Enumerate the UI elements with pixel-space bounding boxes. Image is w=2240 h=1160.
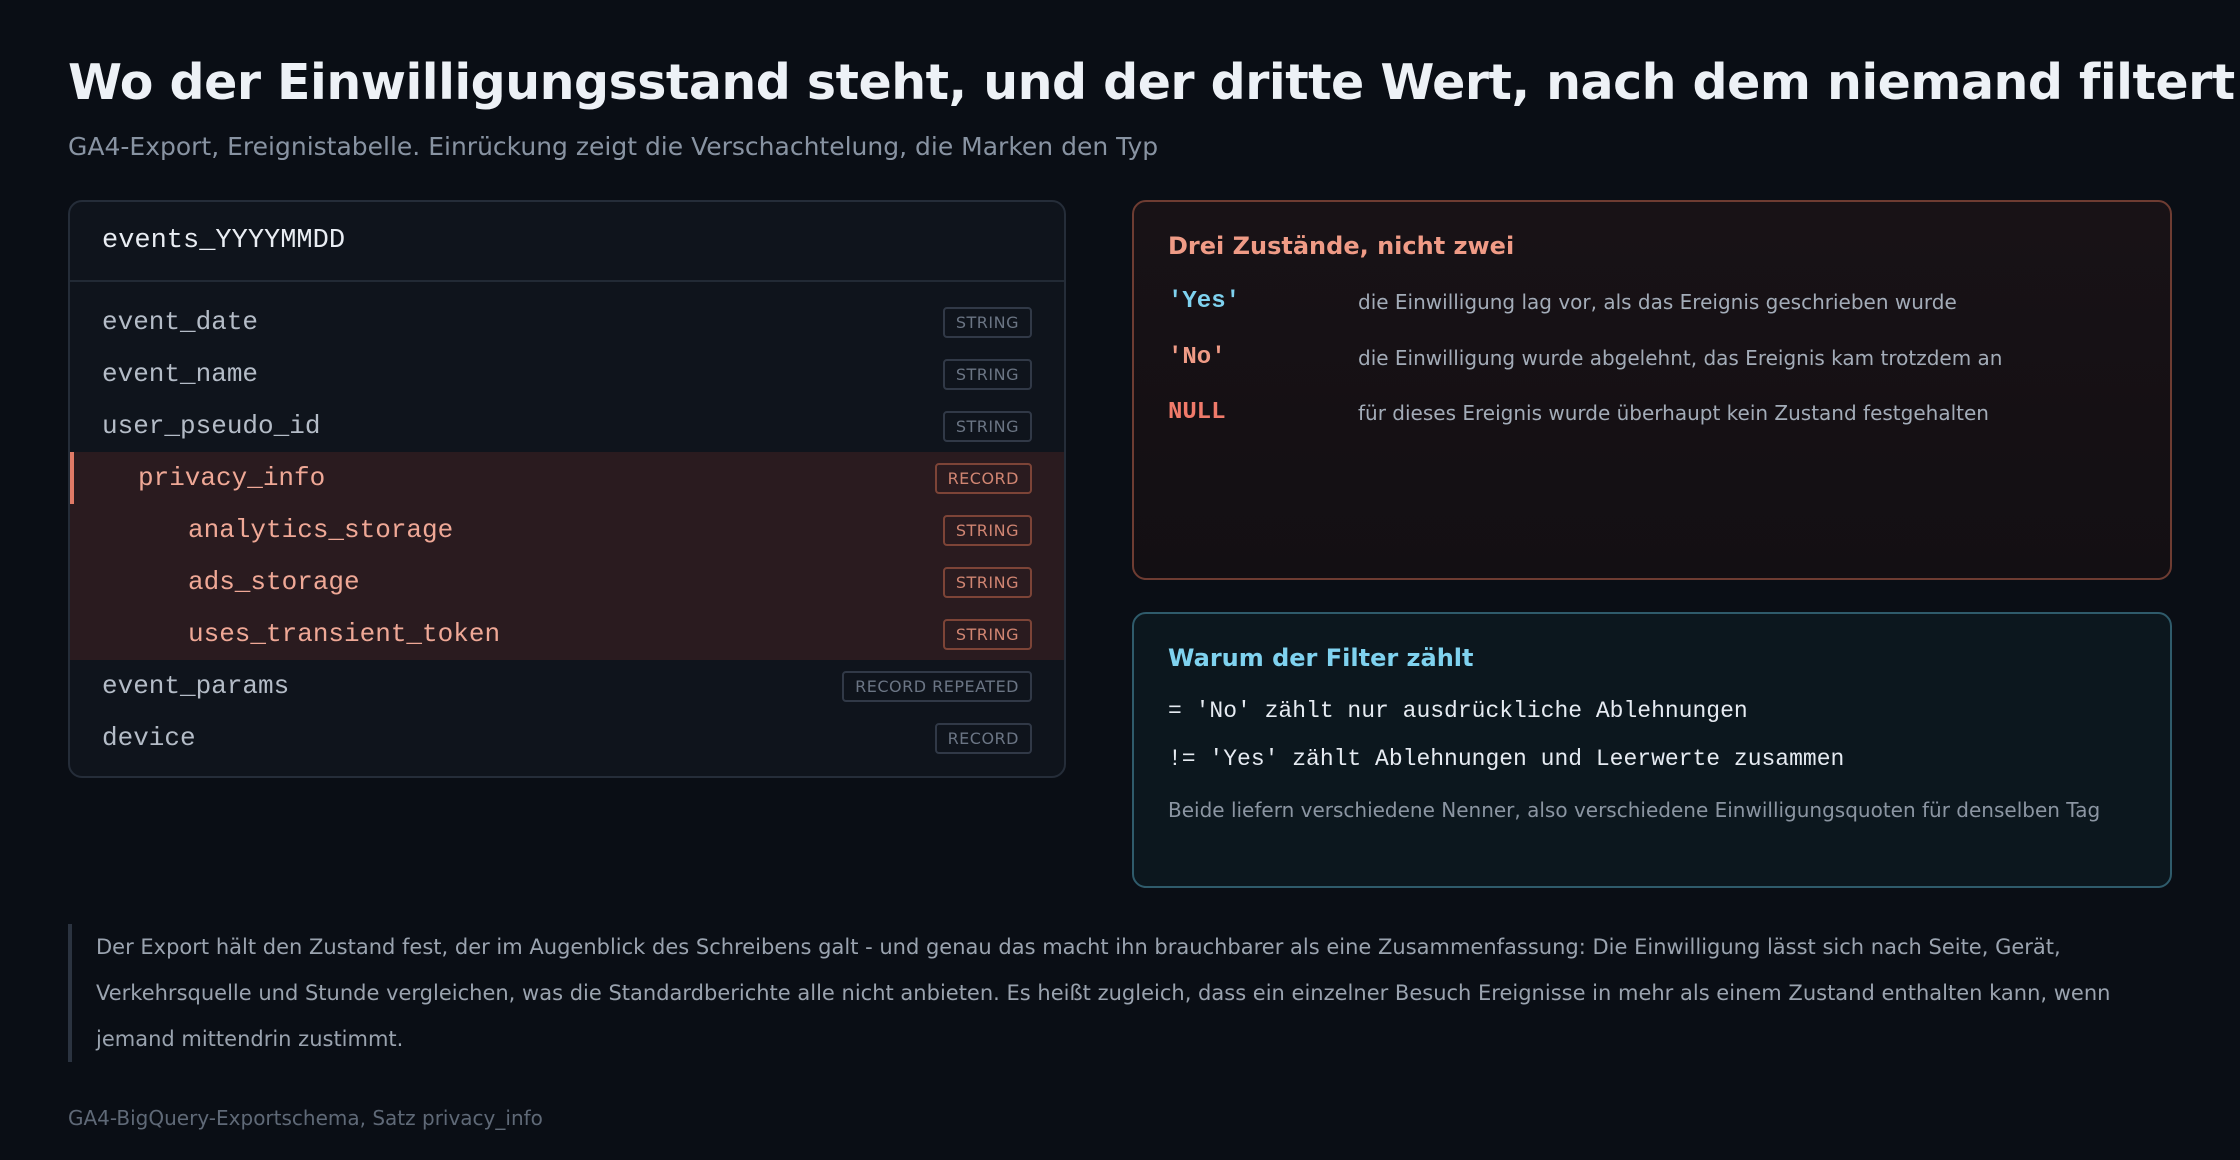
state-yes: 'Yes' die Einwilligung lag vor, als das …	[1168, 288, 1957, 315]
page-title: Wo der Einwilligungsstand steht, und der…	[68, 54, 2235, 111]
field-name: analytics_storage	[188, 515, 454, 545]
type-badge: STRING	[942, 410, 1032, 442]
field-row-privacy-info: privacy_info RECORD	[70, 452, 1064, 504]
type-badge: STRING	[942, 618, 1032, 650]
explanation-quote: Der Export hält den Zustand fest, der im…	[68, 924, 2174, 1062]
state-value: 'Yes'	[1168, 288, 1241, 315]
field-row-event-date: event_date STRING	[70, 296, 1064, 348]
field-name: event_date	[102, 307, 259, 337]
type-badge: RECORD	[934, 462, 1032, 494]
type-badge: RECORD REPEATED	[842, 670, 1032, 702]
state-description: für dieses Ereignis wurde überhaupt kein…	[1358, 400, 1989, 425]
field-row-uses-transient-token: uses_transient_token STRING	[70, 608, 1064, 660]
field-row-user-pseudo-id: user_pseudo_id STRING	[70, 400, 1064, 452]
type-badge: STRING	[942, 306, 1032, 338]
state-description: die Einwilligung wurde abgelehnt, das Er…	[1358, 345, 2003, 370]
field-name: event_name	[102, 359, 259, 389]
filter-line-not-equals-yes: != 'Yes' zählt Ablehnungen und Leerwerte…	[1168, 746, 1845, 772]
state-value: 'No'	[1168, 344, 1226, 371]
field-name: uses_transient_token	[188, 619, 501, 649]
highlight-accent-bar	[70, 452, 74, 504]
filter-card: Warum der Filter zählt = 'No' zählt nur …	[1132, 612, 2172, 888]
state-value: NULL	[1168, 399, 1226, 426]
filter-line-equals-no: = 'No' zählt nur ausdrückliche Ablehnung…	[1168, 698, 1748, 724]
state-description: die Einwilligung lag vor, als das Ereign…	[1358, 289, 1957, 314]
field-name: device	[102, 723, 196, 753]
field-row-ads-storage: ads_storage STRING	[70, 556, 1064, 608]
consent-states-card: Drei Zustände, nicht zwei 'Yes' die Einw…	[1132, 200, 2172, 580]
schema-table: events_YYYYMMDD event_date STRING event_…	[68, 200, 1066, 778]
page-subtitle: GA4-Export, Ereignistabelle. Einrückung …	[68, 132, 1159, 161]
table-name: events_YYYYMMDD	[70, 202, 1064, 282]
field-name: privacy_info	[138, 463, 326, 493]
field-name: user_pseudo_id	[102, 411, 321, 441]
type-badge: STRING	[942, 358, 1032, 390]
source-footer: GA4-BigQuery-Exportschema, Satz privacy_…	[68, 1106, 543, 1130]
field-name: ads_storage	[188, 567, 360, 597]
card-title: Drei Zustände, nicht zwei	[1168, 232, 1515, 260]
type-badge: RECORD	[934, 722, 1032, 754]
field-row-event-name: event_name STRING	[70, 348, 1064, 400]
type-badge: STRING	[942, 514, 1032, 546]
card-title: Warum der Filter zählt	[1168, 644, 1474, 672]
field-name: event_params	[102, 671, 290, 701]
state-no: 'No' die Einwilligung wurde abgelehnt, d…	[1168, 344, 2002, 371]
state-null: NULL für dieses Ereignis wurde überhaupt…	[1168, 399, 1989, 426]
field-row-event-params: event_params RECORD REPEATED	[70, 660, 1064, 712]
type-badge: STRING	[942, 566, 1032, 598]
filter-note: Beide liefern verschiedene Nenner, also …	[1168, 798, 2101, 822]
field-row-device: device RECORD	[70, 712, 1064, 764]
field-row-analytics-storage: analytics_storage STRING	[70, 504, 1064, 556]
